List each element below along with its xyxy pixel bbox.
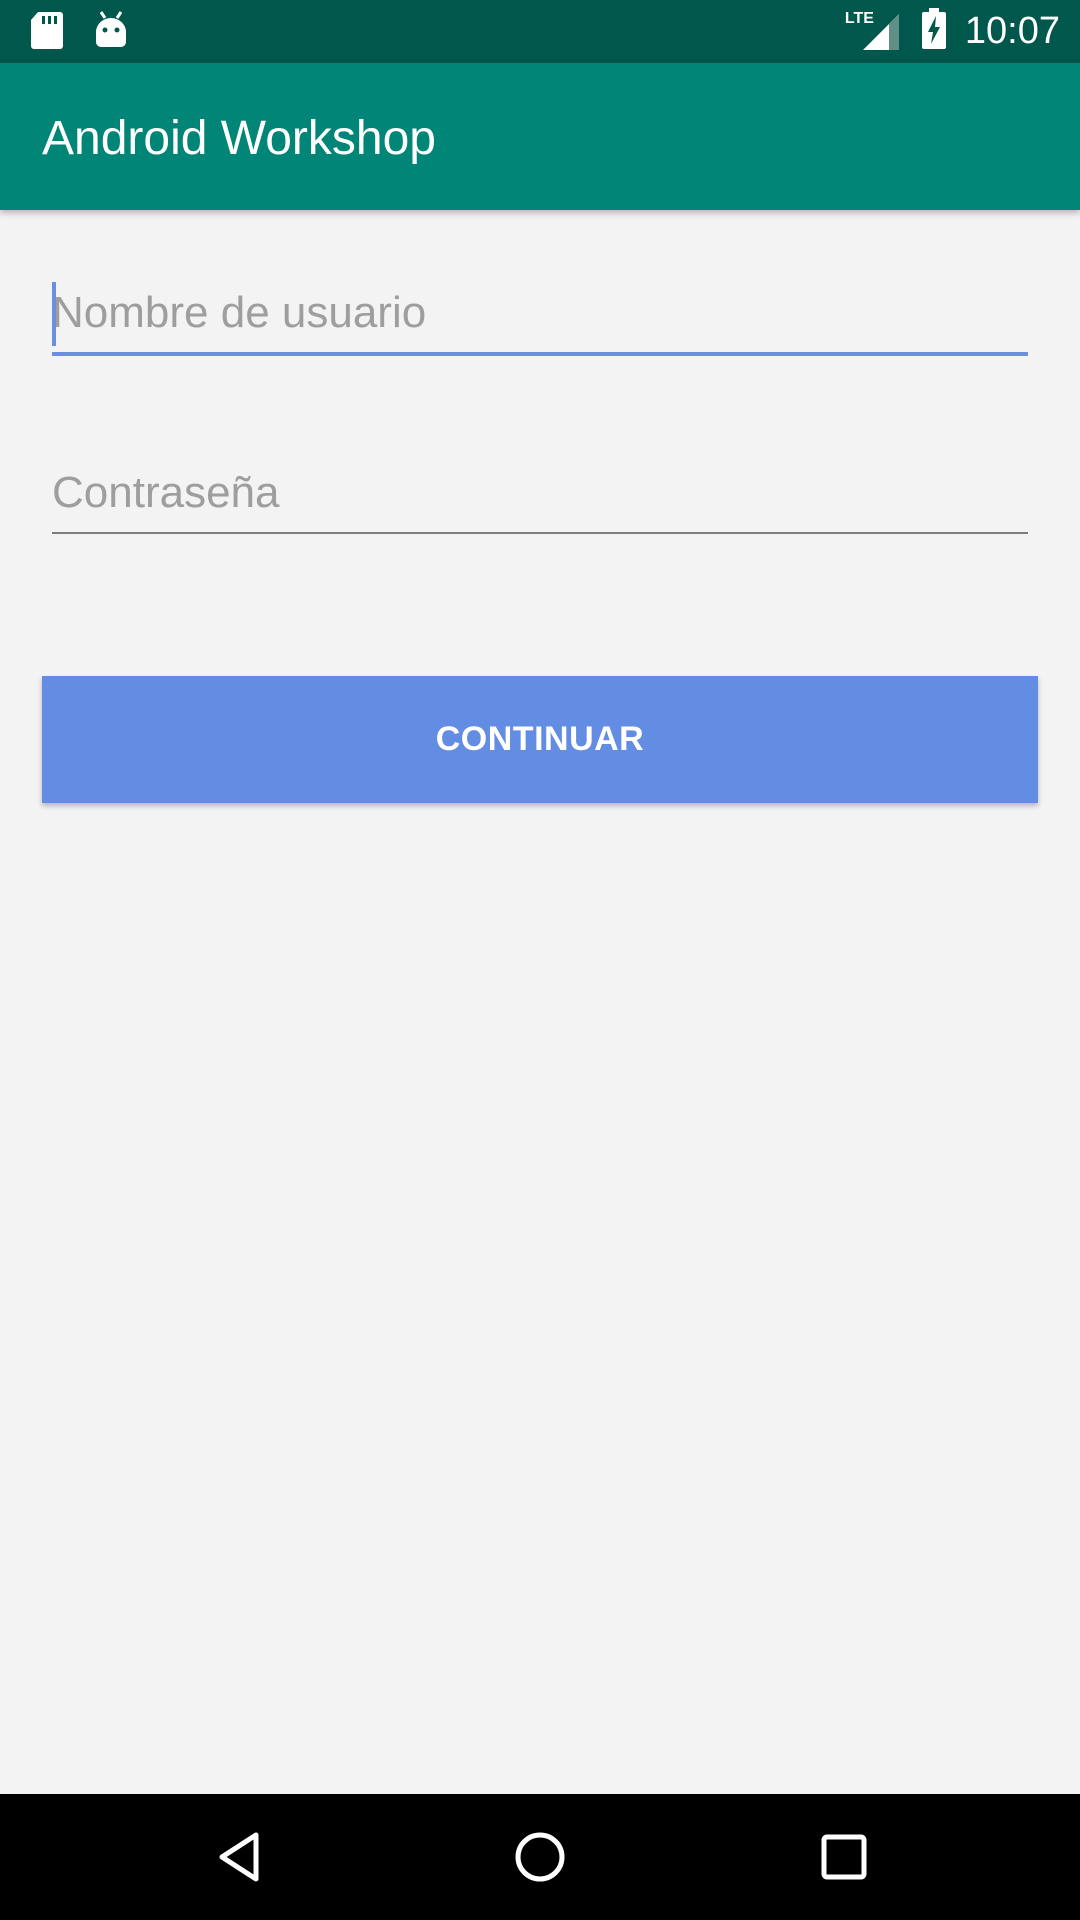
recents-icon[interactable] [814,1827,874,1887]
signal-icon: LTE [845,10,899,52]
home-icon[interactable] [510,1827,570,1887]
status-time: 10:07 [964,10,1060,52]
text-cursor [52,282,56,346]
app-bar: Android Workshop [0,63,1080,210]
battery-charging-icon [921,8,947,55]
navigation-bar [0,1794,1080,1920]
username-underline [52,352,1028,356]
app-title: Android Workshop [42,112,436,165]
status-bar: LTE 10:07 [0,0,1080,63]
continue-button[interactable]: CONTINUAR [42,676,1038,803]
status-right: LTE 10:07 [845,0,1060,63]
sd-card-icon [30,10,64,55]
username-field[interactable] [52,278,1028,356]
screen: LTE 10:07 Android Workshop CONTINUAR [0,0,1080,1920]
password-underline [52,532,1028,534]
network-type-label: LTE [844,9,874,27]
android-icon [94,10,128,55]
password-field[interactable] [52,458,1028,534]
back-icon[interactable] [212,1827,272,1887]
username-input[interactable] [52,278,1028,348]
password-input[interactable] [52,458,1028,528]
